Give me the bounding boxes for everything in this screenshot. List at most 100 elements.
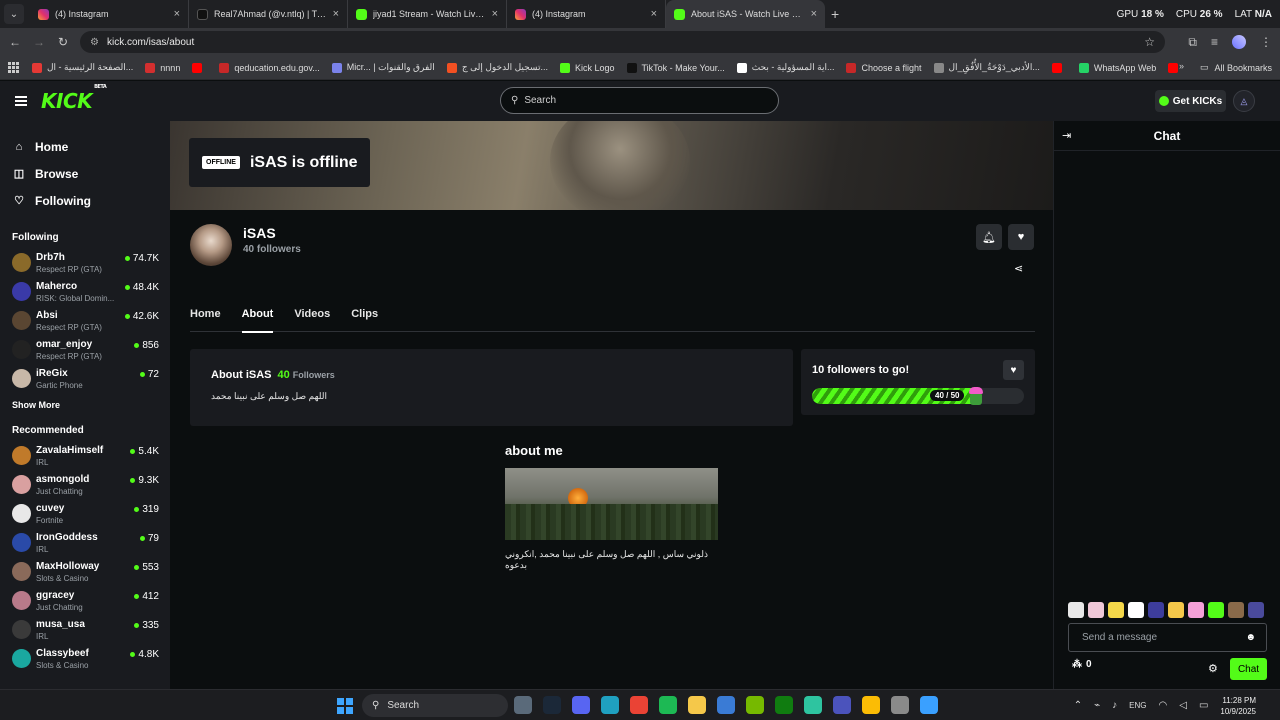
search-input[interactable]: ⚲ Search bbox=[500, 87, 779, 114]
all-bookmarks-button[interactable]: ▭ All Bookmarks bbox=[1200, 62, 1272, 73]
notification-bell-button[interactable]: 🔔︎ bbox=[976, 224, 1002, 250]
browser-tab[interactable]: Real7Ahmad (@v.ntlq) | TikTok × bbox=[189, 0, 348, 28]
apps-grid-icon[interactable] bbox=[8, 61, 22, 74]
bookmark-item[interactable]: تسجيل الدخول إلى ج... bbox=[446, 62, 548, 73]
bookmark-item[interactable]: qeducation.edu.gov... bbox=[219, 62, 320, 73]
discord-icon[interactable] bbox=[572, 696, 590, 714]
close-tab-icon[interactable]: × bbox=[174, 8, 180, 20]
chrome-active-icon[interactable] bbox=[862, 696, 880, 714]
explorer-icon[interactable] bbox=[688, 696, 706, 714]
profile-avatar[interactable] bbox=[1232, 35, 1246, 49]
mic-icon[interactable]: ♪ bbox=[1112, 700, 1117, 711]
emote-icon[interactable] bbox=[1108, 602, 1124, 618]
send-chat-button[interactable]: Chat bbox=[1230, 658, 1267, 680]
sidebar-nav-home[interactable]: ⌂ Home bbox=[0, 133, 170, 160]
nvidia-icon[interactable] bbox=[746, 696, 764, 714]
user-avatar[interactable]: ◬ bbox=[1233, 90, 1255, 112]
emote-icon[interactable] bbox=[1148, 602, 1164, 618]
language-indicator[interactable]: ENG bbox=[1129, 701, 1146, 710]
goal-follow-button[interactable]: ♥ bbox=[1003, 360, 1024, 380]
tab-videos[interactable]: Videos bbox=[294, 308, 330, 332]
battery-icon[interactable]: ▭ bbox=[1199, 700, 1208, 711]
start-icon[interactable] bbox=[337, 698, 353, 714]
reload-icon[interactable]: ↻ bbox=[51, 35, 75, 49]
chat-settings-icon[interactable]: ⚙ bbox=[1208, 662, 1218, 675]
show-more-button[interactable]: Show More bbox=[0, 395, 170, 415]
sidebar-channel[interactable]: MaxHolloway Slots & Casino 553 bbox=[0, 558, 170, 587]
tab-search-button[interactable]: ⌄ bbox=[4, 4, 24, 24]
camera-app-icon[interactable] bbox=[514, 696, 532, 714]
tray-overflow-icon[interactable]: ⌃ bbox=[1074, 700, 1082, 711]
bookmarks-overflow-icon[interactable]: » bbox=[1179, 61, 1184, 71]
bookmark-star-icon[interactable]: ☆ bbox=[1144, 35, 1155, 49]
spotify-icon[interactable] bbox=[659, 696, 677, 714]
bookmark-item[interactable]: Kick Logo bbox=[559, 62, 615, 73]
media-icon[interactable]: ≡ bbox=[1211, 35, 1218, 49]
browser-tab[interactable]: (4) Instagram × bbox=[507, 0, 666, 28]
close-tab-icon[interactable]: × bbox=[651, 8, 657, 20]
store-icon[interactable] bbox=[717, 696, 735, 714]
share-icon[interactable]: ⋖ bbox=[1014, 262, 1023, 275]
settings-icon[interactable] bbox=[891, 696, 909, 714]
network-icon[interactable]: ⌁ bbox=[1094, 700, 1100, 711]
tab-clips[interactable]: Clips bbox=[351, 308, 378, 332]
kick-logo[interactable]: KICKBETA bbox=[41, 84, 107, 113]
close-tab-icon[interactable]: × bbox=[492, 8, 498, 20]
taskbar-search[interactable]: ⚲ Search bbox=[362, 694, 508, 717]
chat-points[interactable]: ⁂ 0 bbox=[1072, 659, 1092, 670]
app-icon[interactable] bbox=[804, 696, 822, 714]
close-tab-icon[interactable]: × bbox=[811, 8, 817, 20]
browser-menu-icon[interactable]: ⋮ bbox=[1260, 35, 1272, 49]
emote-icon[interactable] bbox=[1128, 602, 1144, 618]
tab-about[interactable]: About bbox=[241, 308, 273, 333]
wifi-icon[interactable]: ◠ bbox=[1159, 700, 1168, 711]
bookmark-item[interactable]: WhatsApp Web bbox=[1078, 62, 1156, 73]
close-tab-icon[interactable]: × bbox=[333, 8, 339, 20]
chrome-icon[interactable] bbox=[630, 696, 648, 714]
bookmark-item[interactable]: Micr... | الفرق والقنوات bbox=[331, 62, 435, 73]
emote-icon[interactable] bbox=[1208, 602, 1224, 618]
get-kicks-button[interactable]: Get KICKs bbox=[1155, 90, 1226, 112]
emoji-icon[interactable]: ☻ bbox=[1245, 632, 1256, 643]
emote-icon[interactable] bbox=[1188, 602, 1204, 618]
browser-tab[interactable]: About iSAS - Watch Live on Kick × bbox=[666, 0, 825, 28]
browser-tab[interactable]: (4) Instagram × bbox=[30, 0, 189, 28]
bookmark-item[interactable]: الصفحة الرئيسية - ال... bbox=[32, 62, 133, 73]
new-tab-button[interactable]: + bbox=[831, 6, 839, 22]
copilot-icon[interactable] bbox=[920, 696, 938, 714]
steam-icon[interactable] bbox=[543, 696, 561, 714]
bookmark-item[interactable]: Choose a flight bbox=[846, 62, 922, 73]
site-info-icon[interactable]: ⚙ bbox=[90, 37, 99, 48]
emote-icon[interactable] bbox=[1168, 602, 1184, 618]
bookmark-item[interactable]: nnnn bbox=[145, 62, 180, 73]
sidebar-nav-following[interactable]: ♡ Following bbox=[0, 187, 170, 214]
sidebar-channel[interactable]: cuvey Fortnite 319 bbox=[0, 500, 170, 529]
emote-icon[interactable] bbox=[1088, 602, 1104, 618]
sidebar-channel[interactable]: asmongold Just Chatting 9.3K bbox=[0, 471, 170, 500]
edge-icon[interactable] bbox=[601, 696, 619, 714]
bookmark-item[interactable]: الأدبي_دَوْحَةُ_الأُفُقِ_ال... bbox=[933, 62, 1040, 73]
sidebar-channel[interactable]: Drb7h Respect RP (GTA) 74.7K bbox=[0, 249, 170, 278]
forward-icon[interactable]: → bbox=[27, 35, 51, 49]
follow-button[interactable]: ♥ bbox=[1008, 224, 1034, 250]
sidebar-channel[interactable]: Maherco RISK: Global Domin... 48.4K bbox=[0, 278, 170, 307]
extensions-icon[interactable]: ⧉ bbox=[1188, 35, 1197, 50]
xbox-icon[interactable] bbox=[775, 696, 793, 714]
sidebar-channel[interactable]: Absi Respect RP (GTA) 42.6K bbox=[0, 307, 170, 336]
address-bar[interactable]: ⚙ kick.com/isas/about ☆ bbox=[80, 31, 1165, 53]
bookmark-item[interactable]: اية المسؤولية - بحث... bbox=[736, 62, 834, 73]
emote-icon[interactable] bbox=[1248, 602, 1264, 618]
channel-avatar[interactable] bbox=[190, 224, 232, 266]
sidebar-channel[interactable]: musa_usa IRL 335 bbox=[0, 616, 170, 645]
sidebar-channel[interactable]: Classybeef Slots & Casino 4.8K bbox=[0, 645, 170, 674]
menu-icon[interactable] bbox=[15, 96, 27, 106]
sidebar-channel[interactable]: ggracey Just Chatting 412 bbox=[0, 587, 170, 616]
volume-icon[interactable]: ◁ bbox=[1179, 700, 1187, 711]
chat-message-input[interactable]: Send a message ☻ bbox=[1068, 623, 1267, 652]
back-icon[interactable]: ← bbox=[3, 35, 27, 49]
sidebar-channel[interactable]: iReGix Gartic Phone 72 bbox=[0, 365, 170, 394]
teams-icon[interactable] bbox=[833, 696, 851, 714]
bookmark-item[interactable]: TikTok - Make Your... bbox=[626, 62, 725, 73]
bookmark-item[interactable] bbox=[1051, 62, 1067, 73]
tab-home[interactable]: Home bbox=[190, 308, 221, 332]
